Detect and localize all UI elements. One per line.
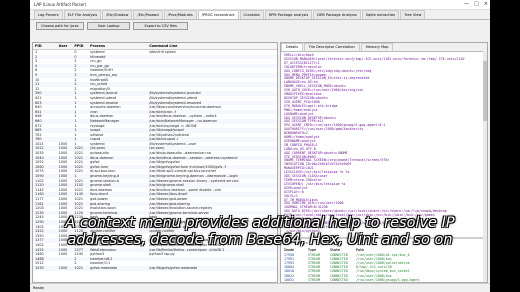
col-command-line[interactable]: Command Line (147, 43, 277, 49)
title-bar: LAP (Linux Artifact Parser) — □ × (30, 0, 490, 10)
minimize-button[interactable]: — (464, 0, 469, 9)
export-csv-button[interactable]: Export to CSV files (133, 22, 189, 30)
tab-crontabs[interactable]: Crontabs (239, 10, 264, 19)
tab-sqlite-extraction[interactable]: Sqlite extraction (361, 10, 400, 19)
video-caption: A context menu provides additional help … (65, 215, 455, 248)
maximize-button[interactable]: □ (474, 0, 479, 9)
col-process[interactable]: Process (88, 43, 147, 49)
toolbar: Choose path for /proc User Lookup Export… (30, 20, 490, 32)
scrollbar-thumb[interactable] (483, 61, 487, 121)
environment-text: SHELL=/bin/bash SESSION_MANAGER=local/for… (281, 52, 487, 236)
tab-etc-shadow[interactable]: /Etc/Shadow (102, 10, 133, 19)
tab-proc-reconstruct[interactable]: /PROC reconstruct (197, 10, 239, 19)
tab-details[interactable]: Details (281, 43, 304, 51)
cell-user: 1000 (58, 265, 68, 270)
tab-elf-file-analysis[interactable]: ELF File Analysis (63, 10, 102, 19)
details-tabs: Details File Descriptor Correlation Memo… (281, 43, 487, 52)
user-lookup-button[interactable]: User Lookup (86, 22, 131, 30)
main-tabs: Log Parsers ELF File Analysis/Etc/Shadow /… (30, 10, 490, 20)
close-button[interactable]: × (484, 0, 488, 9)
tab-fd-correlation[interactable]: File Descriptor Correlation (304, 43, 360, 51)
cell-ppid: 1021 (74, 265, 84, 270)
window-title: LAP (Linux Artifact Parser) (34, 2, 87, 7)
tab-memory-map[interactable]: Memory Map (360, 43, 394, 51)
col-pid[interactable]: PID (33, 43, 57, 49)
window-controls: — □ × (464, 0, 488, 9)
status-bar: Ready (30, 283, 490, 292)
col-user[interactable]: User (57, 43, 73, 49)
choose-path-button[interactable]: Choose path for /proc (36, 22, 84, 30)
sockets-body: 17990 STREAM CONNECTED/run/user/1000/at-sp… (284, 253, 484, 282)
tab-log-parsers[interactable]: Log Parsers (34, 10, 63, 19)
tab-rpm-package-analysis[interactable]: RPM Package analysis (264, 10, 313, 19)
cell-process: gvfsd-metadata (90, 265, 118, 270)
details-scrollbar[interactable] (483, 51, 487, 282)
tab-proc-modules[interactable]: /Proc/Modules (163, 10, 197, 19)
process-table-header: PID User PPID Process Command Line (33, 43, 277, 50)
table-row[interactable]: 1530 1000 1021 gvfsd-metadata/usr/lib/gvfs/… (33, 265, 277, 271)
cell-cmdline: /usr/lib/gvfs/gvfsd-metadata (149, 265, 198, 270)
tab-etc-passwd[interactable]: /Etc/Passwd (133, 10, 163, 19)
col-ppid[interactable]: PPID (72, 43, 88, 49)
tab-deb-package-analysis[interactable]: DEB Package Analysis (313, 10, 361, 19)
cell-pid: 1530 (35, 265, 44, 270)
tab-tree-view[interactable]: Tree View (400, 10, 426, 19)
